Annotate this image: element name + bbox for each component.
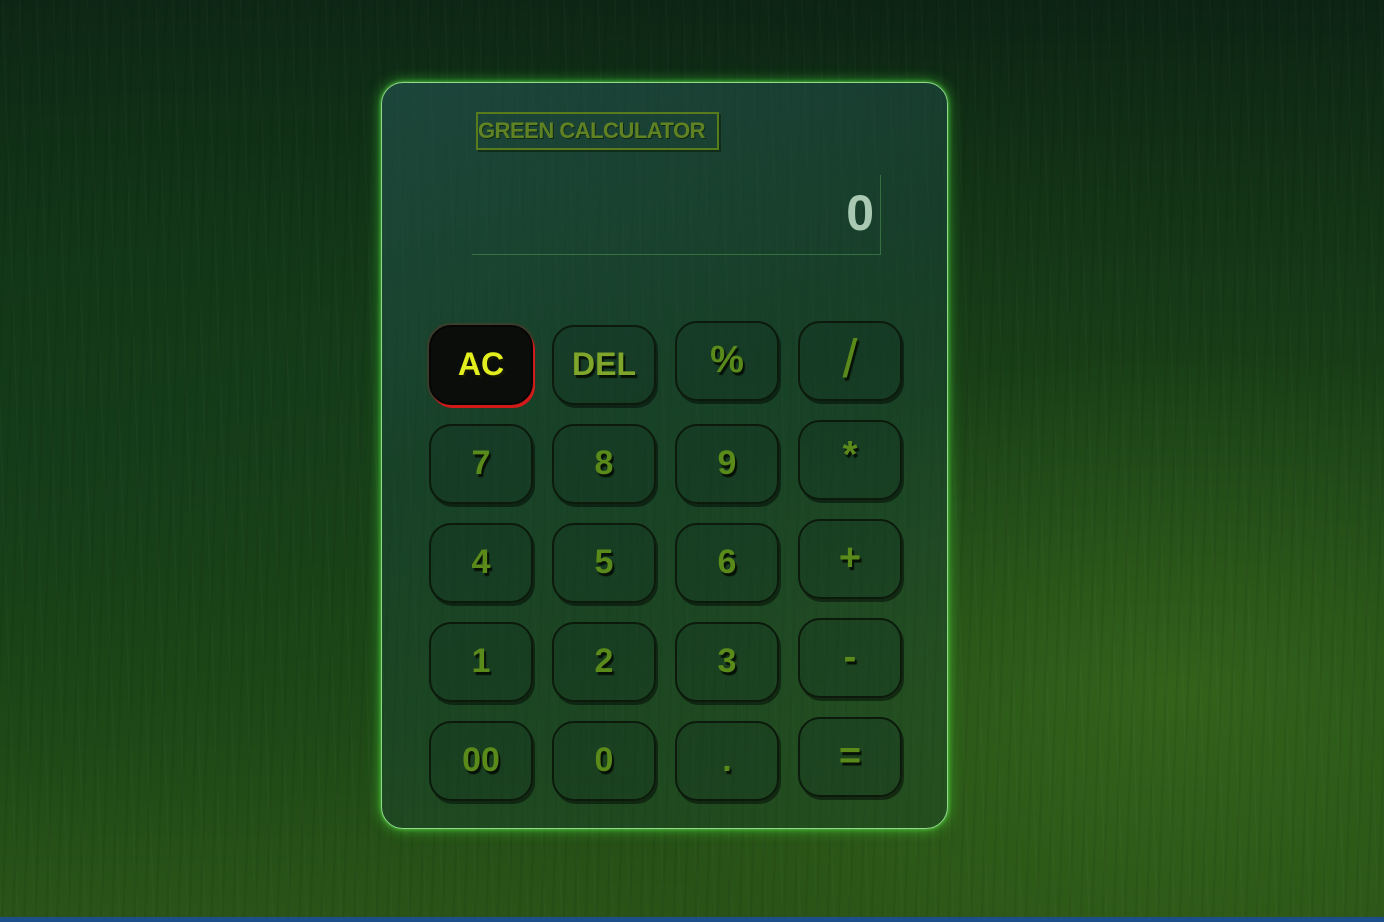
calculator-title: GREEN CALCULATOR xyxy=(476,112,719,150)
calculator-panel: GREEN CALCULATOR 0 AC DEL % / 7 8 9 * 4 … xyxy=(381,82,948,829)
digit-9-button[interactable]: 9 xyxy=(675,424,779,504)
digit-4-button[interactable]: 4 xyxy=(429,523,533,603)
percent-button[interactable]: % xyxy=(675,321,779,401)
digit-7-button[interactable]: 7 xyxy=(429,424,533,504)
bottom-edge-bar xyxy=(0,917,1384,922)
digit-8-button[interactable]: 8 xyxy=(552,424,656,504)
double-zero-button[interactable]: 00 xyxy=(429,721,533,801)
decimal-point-button[interactable]: . xyxy=(675,721,779,801)
divide-button[interactable]: / xyxy=(798,321,902,401)
digit-2-button[interactable]: 2 xyxy=(552,622,656,702)
multiply-button[interactable]: * xyxy=(798,420,902,500)
delete-button[interactable]: DEL xyxy=(552,325,656,405)
calculator-display: 0 xyxy=(472,175,881,255)
digit-6-button[interactable]: 6 xyxy=(675,523,779,603)
all-clear-button[interactable]: AC xyxy=(429,325,533,405)
digit-1-button[interactable]: 1 xyxy=(429,622,533,702)
minus-button[interactable]: - xyxy=(798,618,902,698)
plus-button[interactable]: + xyxy=(798,519,902,599)
digit-5-button[interactable]: 5 xyxy=(552,523,656,603)
digit-3-button[interactable]: 3 xyxy=(675,622,779,702)
equals-button[interactable]: = xyxy=(798,717,902,797)
digit-0-button[interactable]: 0 xyxy=(552,721,656,801)
